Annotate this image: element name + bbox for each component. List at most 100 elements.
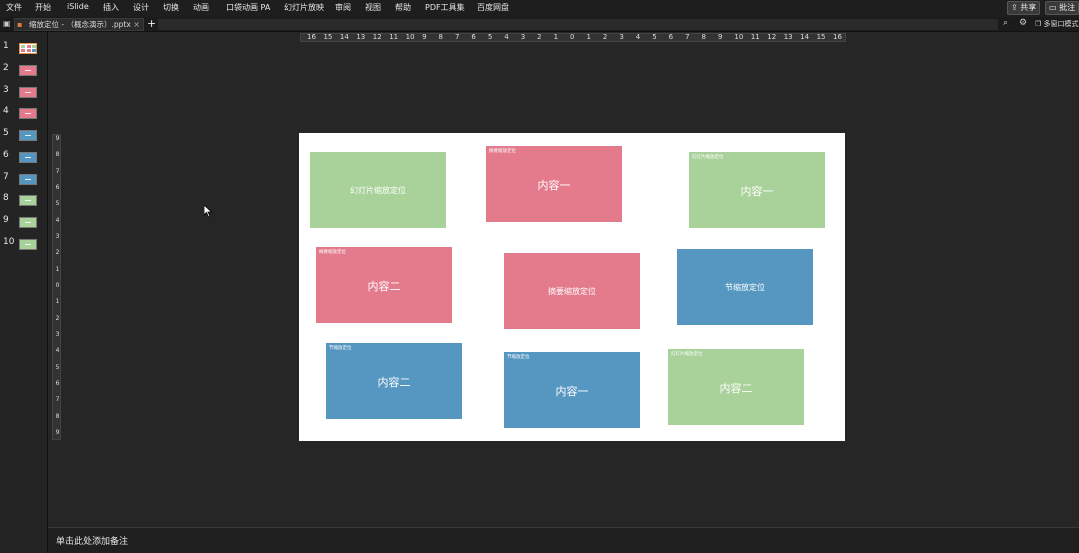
slide-thumbnail[interactable]: 10: [0, 237, 48, 255]
menu-pdf-tools[interactable]: PDF工具集: [425, 2, 465, 13]
slide-thumbnail[interactable]: 3: [0, 85, 48, 103]
ruler-tick-label: 15: [816, 33, 826, 41]
slide-thumbnail[interactable]: 7: [0, 172, 48, 190]
slide-thumbnail-image[interactable]: [19, 217, 37, 228]
menu-transitions[interactable]: 切换: [163, 2, 179, 13]
comment-icon: ▭: [1049, 3, 1057, 12]
menu-review[interactable]: 审阅: [335, 2, 351, 13]
thumbnail-text-line: [25, 70, 31, 71]
ruler-tick-label: 10: [405, 33, 415, 41]
ruler-tick-label: 1: [586, 33, 591, 41]
slide-thumbnail-image[interactable]: [19, 239, 37, 250]
slide-thumbnail[interactable]: 8: [0, 193, 48, 211]
zoom-card-label: 幻灯片缩放定位: [692, 155, 724, 160]
ruler-tick-label: 5: [487, 33, 493, 41]
share-button[interactable]: ⇪ 共享: [1007, 1, 1041, 15]
zoom-card[interactable]: 摘要缩放定位内容二: [316, 247, 452, 323]
ruler-tick-label: 9: [55, 429, 60, 436]
slide-thumbnail-image[interactable]: [19, 43, 37, 54]
zoom-card-title: 幻灯片缩放定位: [350, 185, 406, 195]
ruler-tick-label: 11: [389, 33, 399, 41]
slide-number: 10: [3, 237, 15, 247]
thumbnail-text-line: [25, 113, 31, 114]
thumbnail-mini-block: [32, 45, 36, 48]
slide-thumbnail-image[interactable]: [19, 65, 37, 76]
menu-pocket-animation[interactable]: 口袋动画 PA: [226, 2, 270, 13]
slide-thumbnail[interactable]: 6: [0, 150, 48, 168]
thumbnail-mini-block: [27, 45, 31, 48]
ruler-tick-label: 12: [767, 33, 777, 41]
slide-thumbnail-image[interactable]: [19, 152, 37, 163]
menu-view[interactable]: 视图: [365, 2, 381, 13]
ruler-tick-label: 4: [635, 33, 641, 41]
slide-thumbnail[interactable]: 2: [0, 63, 48, 81]
slide-number: 7: [3, 172, 9, 182]
slide-thumbnail-image[interactable]: [19, 87, 37, 98]
share-icon: ⇪: [1011, 3, 1018, 12]
menu-islide[interactable]: iSlide: [67, 2, 89, 11]
menu-baidu-netdisk[interactable]: 百度网盘: [477, 2, 509, 13]
ruler-tick-label: 5: [652, 33, 657, 41]
menu-home[interactable]: 开始: [35, 2, 51, 13]
menu-animations[interactable]: 动画: [193, 2, 209, 13]
new-tab-button[interactable]: +: [147, 17, 156, 30]
ruler-tick-label: 1: [553, 33, 559, 41]
zoom-card[interactable]: 节缩放定位: [677, 249, 813, 325]
notes-pane[interactable]: 单击此处添加备注: [48, 527, 1079, 553]
thumbnail-text-line: [25, 92, 31, 93]
ruler-tick-label: 7: [55, 396, 60, 404]
zoom-card-label: 摘要缩放定位: [319, 250, 346, 255]
slide-canvas[interactable]: 幻灯片缩放定位 摘要缩放定位 内容一 幻灯片缩放定位 内容一 摘要缩放定位 内容二 摘要缩放定…: [299, 133, 845, 441]
slide-thumbnail-image[interactable]: [19, 130, 37, 141]
close-tab-icon[interactable]: ×: [133, 19, 140, 30]
menu-help[interactable]: 帮助: [395, 2, 411, 13]
slide-thumbnail-image[interactable]: [19, 108, 37, 119]
save-icon[interactable]: ▣: [3, 19, 11, 28]
ruler-tick-label: 3: [55, 331, 60, 338]
menu-insert[interactable]: 插入: [103, 2, 119, 13]
zoom-card[interactable]: 幻灯片缩放定位 内容一: [689, 152, 825, 228]
zoom-card[interactable]: 幻灯片缩放定位: [310, 152, 446, 228]
zoom-card[interactable]: 摘要缩放定位: [504, 253, 640, 329]
zoom-card[interactable]: 节缩放定位 内容二: [326, 343, 462, 419]
slide-number: 1: [3, 41, 9, 51]
menu-slideshow[interactable]: 幻灯片放映: [284, 2, 324, 13]
ruler-tick-label: 10: [734, 33, 744, 41]
search-icon[interactable]: ⌕: [1003, 18, 1008, 28]
ruler-tick-label: 8: [438, 33, 443, 41]
thumbnail-text-line: [25, 222, 31, 223]
ruler-tick-label: 7: [55, 167, 60, 175]
ruler-tick-label: 13: [783, 33, 793, 41]
menu-bar: 文件 开始 iSlide 插入 设计 切换 动画 口袋动画 PA 幻灯片放映 审…: [0, 0, 1079, 17]
thumbnail-mini-block: [21, 49, 25, 52]
document-title: 缩放定位 - （概念演示）.pptx: [29, 20, 131, 29]
slide-thumbnail[interactable]: 1: [0, 41, 48, 59]
menu-file[interactable]: 文件: [6, 2, 22, 13]
slide-thumbnail[interactable]: 5: [0, 128, 48, 146]
comments-button[interactable]: ▭ 批注: [1045, 1, 1079, 15]
zoom-card[interactable]: 幻灯片缩放定位 内容二: [668, 349, 804, 425]
zoom-card[interactable]: 节缩放定位 内容一: [504, 352, 640, 428]
multi-window-button[interactable]: ❐ 多窗口模式: [1035, 19, 1079, 29]
ruler-tick-label: 9: [55, 135, 60, 142]
zoom-card-label: 节缩放定位: [329, 346, 352, 351]
slide-thumbnail-image[interactable]: [19, 174, 37, 185]
menu-design[interactable]: 设计: [133, 2, 149, 13]
pptx-file-icon: ▪: [17, 20, 23, 29]
document-tab[interactable]: ▪ 缩放定位 - （概念演示）.pptx ×: [14, 18, 144, 31]
ruler-tick-label: 3: [520, 33, 526, 41]
gear-icon[interactable]: ⚙: [1019, 18, 1027, 28]
share-label: 共享: [1020, 3, 1037, 12]
thumbnail-text-line: [25, 157, 31, 158]
window-icon: ❐: [1035, 20, 1042, 28]
ruler-tick-label: 6: [55, 184, 60, 191]
slide-thumbnail[interactable]: 9: [0, 215, 48, 233]
slide-thumbnail[interactable]: 4: [0, 106, 48, 124]
ruler-tick-label: 15: [323, 33, 333, 41]
zoom-card-title: 内容二: [367, 279, 401, 293]
multi-window-label: 多窗口模式: [1043, 20, 1079, 28]
ruler-tick-label: 5: [55, 363, 60, 371]
zoom-card[interactable]: 摘要缩放定位 内容一: [486, 146, 622, 222]
notes-placeholder[interactable]: 单击此处添加备注: [56, 534, 128, 547]
slide-thumbnail-image[interactable]: [19, 195, 37, 206]
